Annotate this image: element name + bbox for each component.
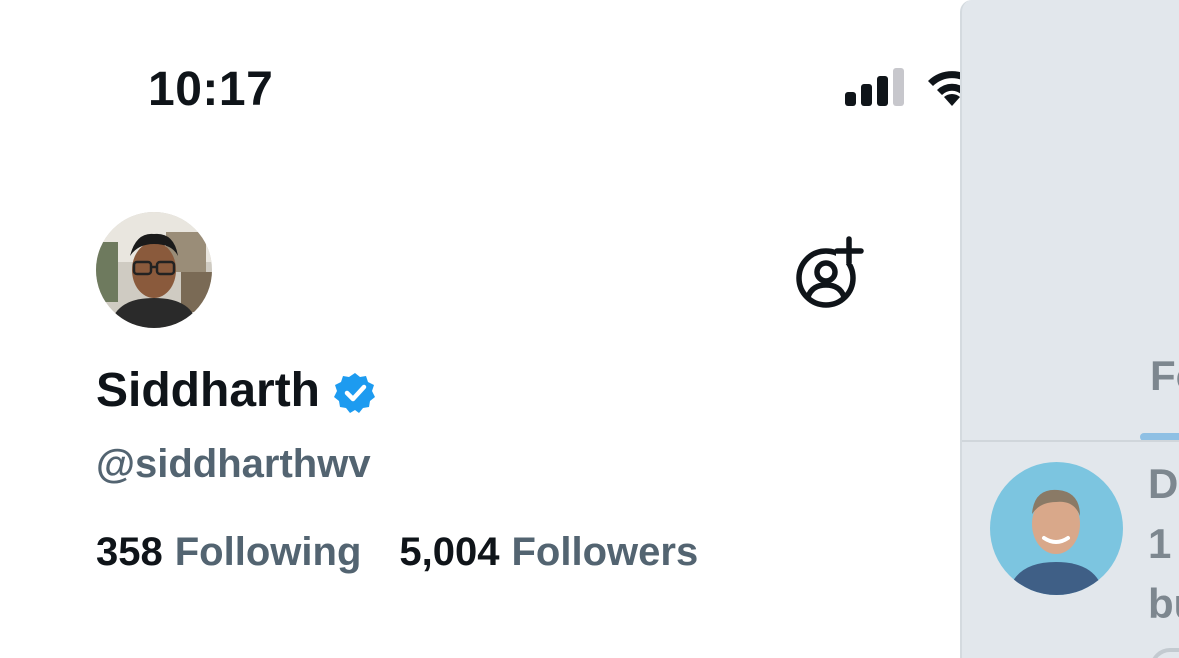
add-account-icon[interactable] xyxy=(792,236,864,308)
background-tab-label: Fo xyxy=(1150,352,1179,399)
status-time: 10:17 xyxy=(148,63,274,116)
display-name-row: Siddharth xyxy=(96,363,376,418)
followers-count: 5,004 xyxy=(399,530,500,574)
cellular-signal-icon xyxy=(845,68,904,106)
following-label: Following xyxy=(174,530,362,574)
background-divider xyxy=(962,440,1179,442)
display-name[interactable]: Siddharth xyxy=(96,363,320,418)
handle: @siddharthwv xyxy=(96,442,371,486)
following-count: 358 xyxy=(96,530,163,574)
background-post-line: 1 c xyxy=(1148,520,1179,567)
background-post-line: bu xyxy=(1148,580,1179,627)
profile-stats: 358 Following 5,004 Followers xyxy=(96,530,698,575)
avatar-photo xyxy=(96,212,212,328)
background-avatar-photo xyxy=(990,462,1123,595)
background-post-avatar xyxy=(990,462,1123,595)
screen: 10:17 Siddharth @siddharthwv 358 Followi… xyxy=(0,0,1179,658)
background-partial-icon xyxy=(1150,648,1179,658)
background-post-line: D xyxy=(1148,460,1179,507)
verified-badge-icon[interactable] xyxy=(334,372,376,414)
followers-link[interactable]: 5,004 Followers xyxy=(399,530,698,575)
followers-label: Followers xyxy=(511,530,699,574)
following-link[interactable]: 358 Following xyxy=(96,530,361,575)
background-timeline-panel[interactable]: Fo D 1 c bu xyxy=(960,0,1179,658)
avatar[interactable] xyxy=(96,212,212,328)
